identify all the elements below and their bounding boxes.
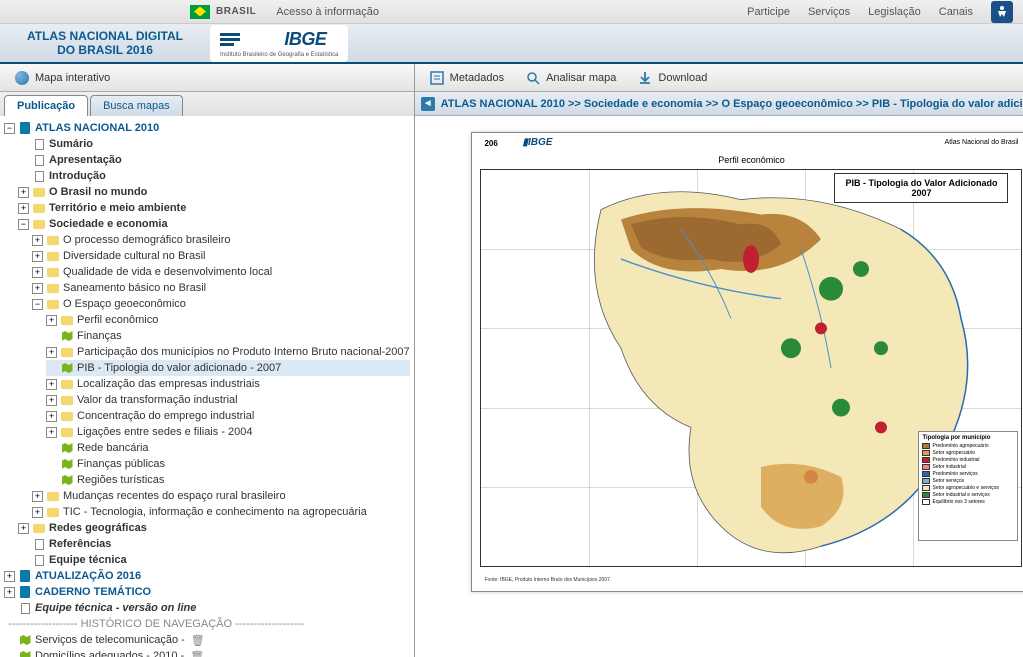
download-button[interactable]: Download	[629, 65, 714, 91]
help-button[interactable]: ? Ajuda	[1018, 65, 1023, 91]
tree-ligacoes[interactable]: +Ligações entre sedes e filiais - 2004	[46, 424, 410, 440]
tree-introducao[interactable]: Introdução	[18, 168, 410, 184]
metadata-icon	[428, 69, 446, 87]
tree-brasil-mundo[interactable]: +O Brasil no mundo	[18, 184, 410, 200]
atlas-title: ATLAS NACIONAL DIGITAL DO BRASIL 2016	[0, 25, 210, 61]
collapse-panel-button[interactable]: ◄	[421, 97, 435, 111]
interactive-map-button[interactable]: Mapa interativo	[6, 65, 117, 91]
tree-qualidade[interactable]: +Qualidade de vida e desenvolvimento loc…	[32, 264, 410, 280]
map-page: 206 ▮IBGE Atlas Nacional do Brasil Perfi…	[471, 132, 1023, 592]
tree-perfil[interactable]: +Perfil econômico	[46, 312, 410, 328]
tree-concentracao[interactable]: +Concentração do emprego industrial	[46, 408, 410, 424]
tree-root-atualizacao[interactable]: +ATUALIZAÇÃO 2016	[4, 568, 410, 584]
tree-equipe-online[interactable]: Equipe técnica - versão on line	[4, 600, 410, 616]
tree-processo[interactable]: +O processo demográfico brasileiro	[32, 232, 410, 248]
gov-country: BRASIL	[216, 6, 256, 17]
tree-apresentacao[interactable]: Apresentação	[18, 152, 410, 168]
map-footer: Fonte: IBGE, Produto Interno Bruto dos M…	[484, 577, 611, 583]
history-separator: ------------------- HISTÓRICO DE NAVEGAÇ…	[4, 616, 410, 632]
tree-redes[interactable]: +Redes geográficas	[18, 520, 410, 536]
trash-icon[interactable]: 🗑	[191, 634, 205, 647]
banner: ATLAS NACIONAL DIGITAL DO BRASIL 2016 IB…	[0, 24, 1023, 64]
tree-referencias[interactable]: Referências	[18, 536, 410, 552]
tree-tic[interactable]: +TIC - Tecnologia, informação e conhecim…	[32, 504, 410, 520]
brazil-flag-icon	[190, 5, 210, 19]
right-panel: Metadados Analisar mapa Download ? Ajuda…	[415, 64, 1023, 657]
gov-link-participe[interactable]: Participe	[747, 6, 790, 18]
breadcrumb-text: ATLAS NACIONAL 2010 >> Sociedade e econo…	[441, 98, 1023, 110]
tree-localizacao[interactable]: +Localização das empresas industriais	[46, 376, 410, 392]
tree-participacao[interactable]: +Participação dos municípios no Produto …	[46, 344, 410, 360]
left-toolbar: Mapa interativo	[0, 64, 414, 92]
tree-financas[interactable]: Finanças	[46, 328, 410, 344]
tree-regioes[interactable]: Regiões turísticas	[46, 472, 410, 488]
breadcrumb: ◄ ATLAS NACIONAL 2010 >> Sociedade e eco…	[415, 92, 1023, 116]
tree-fin-pub[interactable]: Finanças públicas	[46, 456, 410, 472]
download-icon	[636, 69, 654, 87]
info-access-link[interactable]: Acesso à informação	[276, 6, 379, 18]
tab-search-maps[interactable]: Busca mapas	[90, 95, 183, 116]
hist-item-1[interactable]: Serviços de telecomunicação -🗑	[4, 632, 410, 648]
tree-sumario[interactable]: Sumário	[18, 136, 410, 152]
gov-link-canais[interactable]: Canais	[939, 6, 973, 18]
hist-item-2[interactable]: Domicílios adequados - 2010 -🗑	[4, 648, 410, 657]
tree-equipe[interactable]: Equipe técnica	[18, 552, 410, 568]
tree-mudancas[interactable]: +Mudanças recentes do espaço rural brasi…	[32, 488, 410, 504]
magnifier-icon	[524, 69, 542, 87]
tree-saneamento[interactable]: +Saneamento básico no Brasil	[32, 280, 410, 296]
tree[interactable]: −ATLAS NACIONAL 2010 Sumário Apresentaçã…	[0, 116, 414, 657]
tree-diversidade[interactable]: +Diversidade cultural no Brasil	[32, 248, 410, 264]
tree-espaco[interactable]: −O Espaço geoeconômico	[32, 296, 410, 312]
metadata-button[interactable]: Metadados	[421, 65, 511, 91]
tree-tabs: Publicação Busca mapas	[0, 92, 414, 116]
map-title: PIB - Tipologia do Valor Adicionado 2007	[834, 173, 1008, 203]
tree-root-caderno[interactable]: +CADERNO TEMÁTICO	[4, 584, 410, 600]
right-toolbar: Metadados Analisar mapa Download ? Ajuda	[415, 64, 1023, 92]
globe-icon	[13, 69, 31, 87]
tree-sociedade[interactable]: −Sociedade e economia	[18, 216, 410, 232]
gov-link-legislacao[interactable]: Legislação	[868, 6, 921, 18]
analyze-button[interactable]: Analisar mapa	[517, 65, 623, 91]
ibge-logo: IBGE Instituto Brasileiro de Geografia e…	[210, 25, 348, 62]
map-source-label: Atlas Nacional do Brasil	[945, 139, 1019, 146]
trash-icon[interactable]: 🗑	[190, 650, 204, 657]
left-panel: Mapa interativo Publicação Busca mapas −…	[0, 64, 415, 657]
tree-territorio[interactable]: +Território e meio ambiente	[18, 200, 410, 216]
map-section-label: Perfil econômico	[718, 155, 785, 165]
tree-rede-banc[interactable]: Rede bancária	[46, 440, 410, 456]
tab-publication[interactable]: Publicação	[4, 95, 88, 116]
tree-valor[interactable]: +Valor da transformação industrial	[46, 392, 410, 408]
tree-pib-selected[interactable]: PIB - Tipologia do valor adicionado - 20…	[46, 360, 410, 376]
map-legend: Tipologia por município Predomínio agrop…	[918, 431, 1018, 541]
map-viewer[interactable]: 206 ▮IBGE Atlas Nacional do Brasil Perfi…	[415, 116, 1023, 657]
gov-link-servicos[interactable]: Serviços	[808, 6, 850, 18]
page-number: 206	[484, 139, 497, 148]
map-ibge-logo: ▮IBGE	[522, 137, 552, 148]
gov-accessibility-icon[interactable]	[991, 1, 1013, 23]
tree-root-atlas2010[interactable]: −ATLAS NACIONAL 2010	[4, 120, 410, 136]
gov-bar: BRASIL Acesso à informação Participe Ser…	[0, 0, 1023, 24]
